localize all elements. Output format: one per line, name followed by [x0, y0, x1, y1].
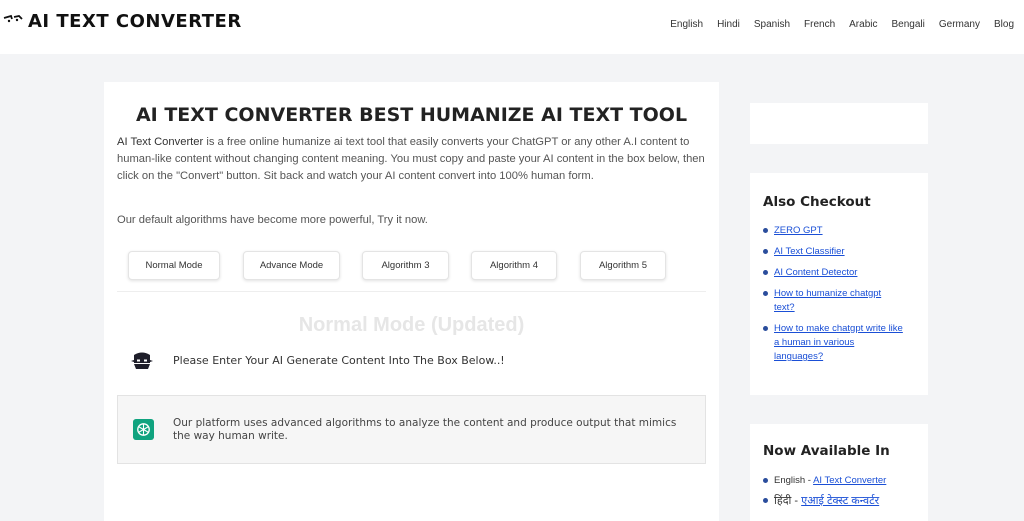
nav-hindi[interactable]: Hindi [717, 19, 740, 30]
link-hindi-version[interactable]: एआई टेक्स्ट कन्वर्टर [801, 495, 879, 507]
algorithm-4-button[interactable]: Algorithm 4 [471, 251, 557, 280]
list-item: How to make chatgpt write like a human i… [763, 322, 903, 364]
also-checkout-title: Also Checkout [763, 194, 871, 210]
link-chatgpt-write-like-human[interactable]: How to make chatgpt write like a human i… [774, 323, 903, 362]
link-ai-text-classifier[interactable]: AI Text Classifier [774, 246, 845, 257]
list-item: English - AI Text Converter [763, 474, 923, 488]
mode-selector: Normal Mode Advance Mode Algorithm 3 Alg… [104, 251, 719, 281]
main-card: AI TEXT CONVERTER BEST HUMANIZE AI TEXT … [104, 82, 719, 521]
advance-mode-button[interactable]: Advance Mode [243, 251, 340, 280]
nav-bengali[interactable]: Bengali [892, 19, 925, 30]
link-humanize-chatgpt[interactable]: How to humanize chatgpt text? [774, 288, 881, 313]
robot-logo-icon [3, 14, 23, 22]
list-item: हिंदी - एआई टेक्स्ट कन्वर्टर [763, 494, 923, 508]
now-available-title: Now Available In [763, 443, 890, 459]
list-item: ZERO GPT [763, 224, 913, 238]
nav-french[interactable]: French [804, 19, 835, 30]
algorithm-3-button[interactable]: Algorithm 3 [362, 251, 449, 280]
intro-brand: AI Text Converter [117, 136, 204, 148]
intro-text: is a free online humanize ai text tool t… [117, 136, 705, 182]
nav-english[interactable]: English [670, 19, 703, 30]
also-checkout-list: ZERO GPT AI Text Classifier AI Content D… [763, 224, 913, 364]
site-header: AI TEXT CONVERTER English Hindi Spanish … [0, 0, 1024, 54]
page-title: AI TEXT CONVERTER BEST HUMANIZE AI TEXT … [135, 104, 688, 126]
chatgpt-icon [133, 419, 154, 440]
bot-message: Please Enter Your AI Generate Content In… [173, 353, 505, 367]
mode-heading: Normal Mode (Updated) [298, 314, 525, 336]
language-prefix: English - [774, 475, 814, 486]
list-item: AI Text Classifier [763, 245, 913, 259]
gpt-message: Our platform uses advanced algorithms to… [173, 417, 677, 442]
link-english-version[interactable]: AI Text Converter [813, 475, 886, 486]
normal-mode-button[interactable]: Normal Mode [128, 251, 220, 280]
gpt-message-box: Our platform uses advanced algorithms to… [117, 395, 706, 464]
algorithm-5-button[interactable]: Algorithm 5 [580, 251, 666, 280]
nav-arabic[interactable]: Arabic [849, 19, 877, 30]
site-logo[interactable]: AI TEXT CONVERTER [2, 11, 242, 32]
also-checkout-widget: Also Checkout ZERO GPT AI Text Classifie… [750, 173, 928, 395]
list-item: AI Content Detector [763, 266, 913, 280]
ninja-bot-icon [131, 349, 153, 371]
now-available-widget: Now Available In English - AI Text Conve… [750, 424, 928, 521]
language-prefix: हिंदी - [774, 495, 802, 507]
intro-paragraph: AI Text Converter is a free online human… [117, 134, 707, 185]
divider [117, 291, 706, 292]
algorithm-note: Our default algorithms have become more … [117, 214, 428, 226]
link-zero-gpt[interactable]: ZERO GPT [774, 225, 823, 236]
logo-text: AI TEXT CONVERTER [28, 11, 242, 32]
now-available-list: English - AI Text Converter हिंदी - एआई … [763, 474, 923, 508]
sidebar-ad-slot [750, 103, 928, 144]
nav-spanish[interactable]: Spanish [754, 19, 790, 30]
list-item: How to humanize chatgpt text? [763, 287, 898, 315]
nav-blog[interactable]: Blog [994, 19, 1014, 30]
link-ai-content-detector[interactable]: AI Content Detector [774, 267, 857, 278]
bot-message-row: Please Enter Your AI Generate Content In… [130, 348, 505, 372]
language-nav: English Hindi Spanish French Arabic Beng… [670, 19, 1014, 30]
nav-germany[interactable]: Germany [939, 19, 980, 30]
